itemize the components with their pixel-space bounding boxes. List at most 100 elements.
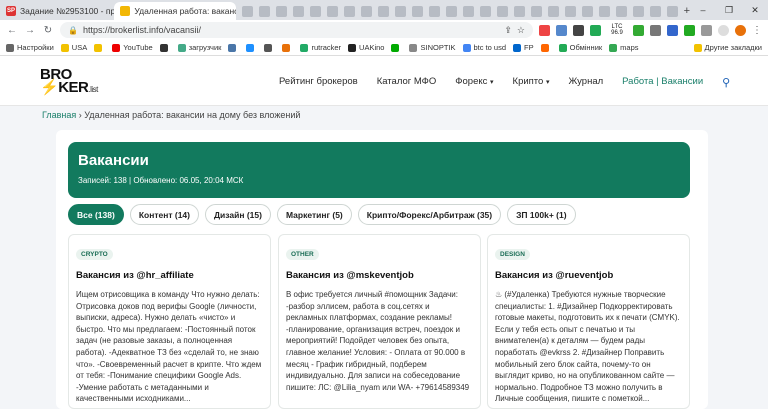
- extension-icon[interactable]: [633, 24, 644, 36]
- nav-label: Крипто: [512, 76, 544, 87]
- filter-all[interactable]: Все (138): [68, 204, 124, 225]
- extension-icon[interactable]: [539, 24, 550, 36]
- tab-icon[interactable]: [275, 5, 287, 17]
- vacancy-card[interactable]: CRYPTO Вакансия из @hr_affiliate Ищем от…: [68, 234, 271, 409]
- brokerlist-logo[interactable]: BRO ⚡KER.list: [40, 67, 98, 96]
- tab-icon[interactable]: [258, 5, 270, 17]
- tab-icon[interactable]: [632, 5, 644, 17]
- bookmark-item[interactable]: SINOPTIK: [409, 43, 456, 52]
- tab-icon[interactable]: [479, 5, 491, 17]
- tab-icon[interactable]: [360, 5, 372, 17]
- lock-icon: 🔒: [68, 25, 78, 35]
- nav-item-forex[interactable]: Форекс ▾: [455, 76, 493, 89]
- tab-icon[interactable]: [649, 5, 661, 17]
- tab-icon[interactable]: [411, 5, 423, 17]
- other-bookmarks[interactable]: Другие закладки: [693, 43, 762, 52]
- tab-icon[interactable]: [445, 5, 457, 17]
- ltc-price-badge[interactable]: LTC 96.9: [607, 24, 627, 36]
- bookmark-label: rutracker: [311, 43, 342, 52]
- star-icon[interactable]: ☆: [517, 25, 525, 36]
- bookmark-item[interactable]: [159, 43, 171, 52]
- filter-crypto-forex[interactable]: Крипто/Форекс/Арбитраж (35): [357, 204, 502, 225]
- tab-icon[interactable]: [615, 5, 627, 17]
- tab-icon[interactable]: [496, 5, 508, 17]
- vacancy-title[interactable]: Вакансия из @hr_affiliate: [76, 270, 263, 281]
- tab-icon[interactable]: [547, 5, 559, 17]
- bookmark-item[interactable]: maps: [609, 43, 639, 52]
- tab-icon[interactable]: [377, 5, 389, 17]
- menu-dots-icon[interactable]: ⋮: [752, 25, 762, 36]
- bookmark-item[interactable]: UAKino: [348, 43, 384, 52]
- extension-icon[interactable]: [573, 24, 584, 36]
- vacancy-title[interactable]: Вакансия из @rueventjob: [495, 270, 682, 281]
- tab-icon[interactable]: [462, 5, 474, 17]
- nav-item-crypto[interactable]: Крипто ▾: [513, 76, 550, 89]
- extension-icon[interactable]: [590, 24, 601, 36]
- bookmark-item[interactable]: [540, 43, 552, 52]
- back-arrow-icon[interactable]: ←: [6, 25, 18, 36]
- extension-icon[interactable]: [556, 24, 567, 36]
- filter-design[interactable]: Дизайн (15): [205, 204, 271, 225]
- maps-icon: [609, 43, 618, 52]
- tab-icon[interactable]: [326, 5, 338, 17]
- bookmark-item[interactable]: [264, 43, 275, 52]
- bookmark-item[interactable]: [228, 43, 239, 52]
- filter-marketing[interactable]: Маркетинг (5): [276, 204, 352, 225]
- nav-item-jobs[interactable]: Работа | Вакансии: [622, 76, 703, 89]
- bookmark-item[interactable]: FP: [513, 43, 534, 52]
- extension-icon[interactable]: [684, 24, 695, 36]
- vacancies-hero: Вакансии Записей: 138 | Обновлено: 06.05…: [68, 142, 690, 198]
- vacancy-card[interactable]: DESIGN Вакансия из @rueventjob ♨ (#Удале…: [487, 234, 690, 409]
- maximize-button[interactable]: ❐: [716, 0, 742, 20]
- extension-icon[interactable]: [650, 24, 661, 36]
- minimize-button[interactable]: –: [690, 0, 716, 20]
- bookmark-item[interactable]: [391, 43, 402, 52]
- bookmark-item[interactable]: Настройки: [6, 43, 54, 52]
- search-icon[interactable]: ⚲: [722, 76, 730, 89]
- tab-icon[interactable]: [666, 5, 678, 17]
- breadcrumb-home[interactable]: Главная: [42, 110, 76, 120]
- forward-arrow-icon[interactable]: →: [24, 25, 36, 36]
- tab-icon[interactable]: [581, 5, 593, 17]
- close-window-button[interactable]: ✕: [742, 0, 768, 20]
- update-icon[interactable]: [735, 24, 746, 36]
- bookmark-item[interactable]: btc to usd: [462, 43, 506, 52]
- reload-icon[interactable]: ↻: [42, 25, 54, 36]
- profile-avatar[interactable]: [718, 24, 729, 36]
- tab-icon[interactable]: [530, 5, 542, 17]
- tab-icon[interactable]: [394, 5, 406, 17]
- tab-icon[interactable]: [292, 5, 304, 17]
- tab-task[interactable]: SP Задание №2953100 - просмотр ×: [0, 2, 114, 20]
- vacancy-title[interactable]: Вакансия из @mskeventjob: [286, 270, 473, 281]
- tab-icon[interactable]: [428, 5, 440, 17]
- bookmark-item[interactable]: [246, 43, 257, 52]
- vacancy-card[interactable]: OTHER Вакансия из @mskeventjob В офис тр…: [278, 234, 481, 409]
- url-field[interactable]: 🔒 https://brokerlist.info/vacansii/ ⇪ ☆: [60, 22, 533, 38]
- filter-salary-100k[interactable]: ЗП 100k+ (1): [507, 204, 576, 225]
- category-tag: OTHER: [286, 249, 319, 260]
- bookmark-item[interactable]: USA: [60, 43, 87, 52]
- tab-icon[interactable]: [343, 5, 355, 17]
- bookmark-icon: [282, 43, 291, 52]
- tab-icon[interactable]: [241, 5, 253, 17]
- tab-icon[interactable]: [564, 5, 576, 17]
- bookmark-item[interactable]: [282, 43, 293, 52]
- url-text: https://brokerlist.info/vacansii/: [82, 25, 202, 35]
- nav-item-journal[interactable]: Журнал: [568, 76, 603, 89]
- bookmark-item[interactable]: rutracker: [300, 43, 341, 52]
- puzzle-icon[interactable]: [701, 24, 712, 36]
- filter-content[interactable]: Контент (14): [129, 204, 199, 225]
- nav-item-mfo[interactable]: Каталог МФО: [377, 76, 437, 89]
- bookmark-label: YouTube: [123, 43, 153, 52]
- tab-icon[interactable]: [309, 5, 321, 17]
- extension-icon[interactable]: [667, 24, 678, 36]
- bookmark-item[interactable]: загрузчик: [177, 43, 221, 52]
- tab-vacancies[interactable]: Удаленная работа: вакансии на д ×: [114, 2, 236, 20]
- share-icon[interactable]: ⇪: [504, 25, 512, 36]
- nav-item-rating[interactable]: Рейтинг брокеров: [279, 76, 358, 89]
- bookmark-item[interactable]: Обмінник: [558, 43, 602, 52]
- tab-icon[interactable]: [598, 5, 610, 17]
- bookmark-item[interactable]: [94, 43, 105, 52]
- tab-icon[interactable]: [513, 5, 525, 17]
- bookmark-item[interactable]: YouTube: [112, 43, 153, 52]
